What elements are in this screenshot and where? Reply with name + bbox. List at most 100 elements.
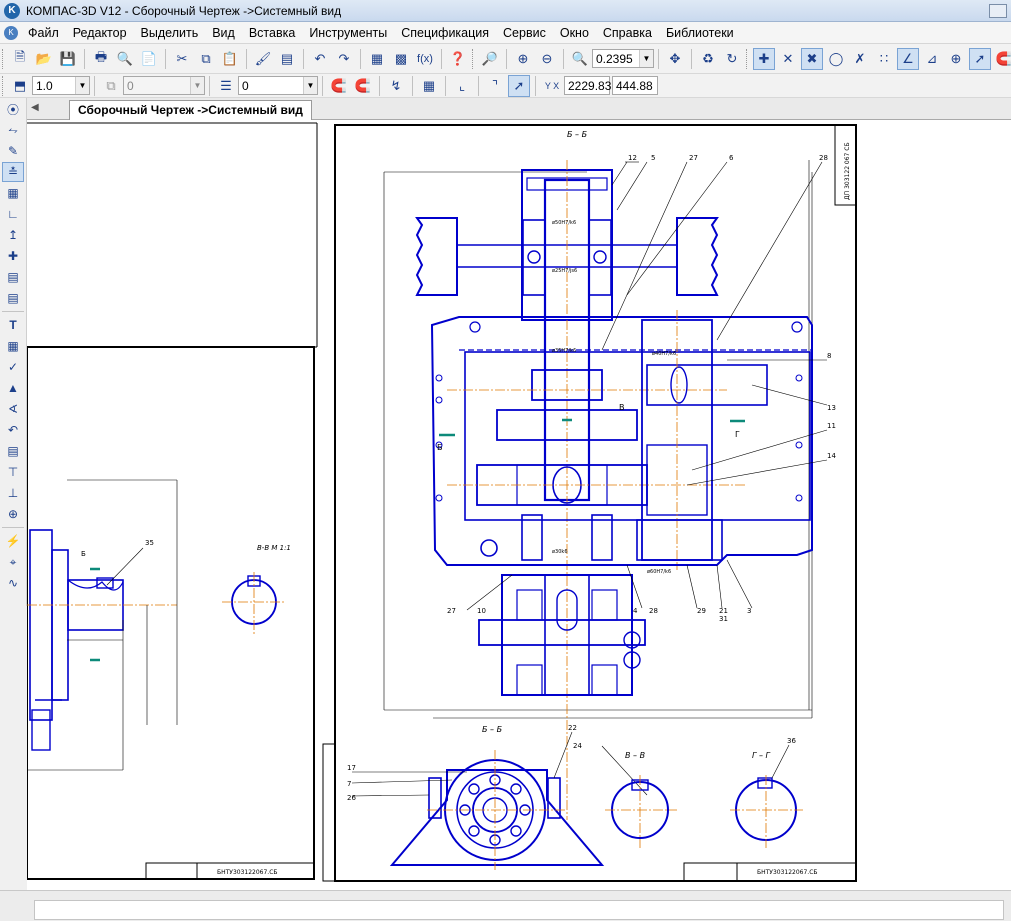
- toolbar-grip[interactable]: [2, 75, 5, 96]
- pan-icon[interactable]: ✥: [664, 48, 686, 70]
- context-help-icon[interactable]: ❓: [447, 48, 469, 70]
- menu-view[interactable]: Вид: [206, 22, 243, 44]
- text-icon[interactable]: T: [2, 315, 24, 335]
- refresh-view-icon[interactable]: ↻: [721, 48, 743, 70]
- style-combo[interactable]: 0 ▼: [238, 76, 318, 95]
- snap-magnet-local-icon[interactable]: 🧲: [328, 75, 350, 97]
- snap-grid-icon[interactable]: ∷: [873, 48, 895, 70]
- geometry-icon[interactable]: ⦿: [2, 99, 24, 119]
- menu-tools[interactable]: Инструменты: [303, 22, 395, 44]
- orthogonal-mode-icon[interactable]: ⌝: [484, 75, 506, 97]
- wave-icon[interactable]: ∿: [2, 573, 24, 593]
- window-control-button[interactable]: [989, 4, 1007, 18]
- cut-icon[interactable]: ✂: [171, 48, 193, 70]
- zoom-scale-combo[interactable]: 0.2395 ▼: [592, 49, 654, 68]
- redo-icon[interactable]: ↷: [333, 48, 355, 70]
- paste-icon[interactable]: 📋: [219, 48, 241, 70]
- menu-specification[interactable]: Спецификация: [395, 22, 497, 44]
- zoom-window-icon[interactable]: 🔎: [479, 48, 501, 70]
- menu-libraries[interactable]: Библиотеки: [660, 22, 742, 44]
- manager-icon[interactable]: ▦: [366, 48, 388, 70]
- properties-list-icon[interactable]: ▤: [276, 48, 298, 70]
- grid-icon[interactable]: ▦: [418, 75, 440, 97]
- snap-angle-icon[interactable]: ∠: [897, 47, 919, 70]
- coordinate-system-icon[interactable]: ⌞: [451, 75, 473, 97]
- snap-nearest-icon[interactable]: ✕: [777, 48, 799, 70]
- toolbar-grip[interactable]: [472, 48, 475, 69]
- chevron-down-icon[interactable]: ▼: [75, 77, 89, 94]
- snap-tangent-icon[interactable]: ◯: [825, 48, 847, 70]
- snap-along-icon[interactable]: ➚: [969, 47, 991, 70]
- symbols-icon[interactable]: ✎: [2, 141, 24, 161]
- open-folder-icon[interactable]: 📂: [33, 48, 55, 70]
- snap-midpoint-icon[interactable]: ⊿: [921, 48, 943, 70]
- associative-views-icon[interactable]: ✚: [2, 246, 24, 266]
- preview-document-icon[interactable]: 📄: [138, 48, 160, 70]
- menu-service[interactable]: Сервис: [497, 22, 554, 44]
- menu-help[interactable]: Справка: [597, 22, 660, 44]
- view-arrow-icon[interactable]: ⊤: [2, 462, 24, 482]
- line-scale-combo[interactable]: 1.0 ▼: [32, 76, 90, 95]
- snap-point-icon[interactable]: ✚: [753, 47, 775, 70]
- snap-magnet-icon[interactable]: 🧲: [993, 48, 1011, 70]
- callout-14: 14: [827, 452, 836, 460]
- chevron-down-icon[interactable]: ▼: [639, 50, 653, 67]
- round-off-icon[interactable]: ➚: [508, 74, 530, 97]
- zoom-scale-icon[interactable]: 🔍: [569, 48, 591, 70]
- menu-select[interactable]: Выделить: [135, 22, 207, 44]
- drawing-canvas[interactable]: БНТУ303122067.СБ В-В М 1:1 35 Б ДП 30312…: [27, 120, 1011, 890]
- layer-state-icon[interactable]: ⧉: [100, 75, 122, 97]
- cursor-xy-icon[interactable]: Y X: [541, 75, 563, 97]
- parametrization-icon[interactable]: ▦: [2, 183, 24, 203]
- snap-center-icon[interactable]: ⊕: [945, 48, 967, 70]
- edit-icon[interactable]: ≛: [2, 162, 24, 182]
- tab-scroll-left-icon[interactable]: ◀: [31, 102, 39, 113]
- copy-icon[interactable]: ⧉: [195, 48, 217, 70]
- save-icon[interactable]: 💾: [57, 48, 79, 70]
- layer-combo[interactable]: 0 ▼: [123, 76, 205, 95]
- tolerance-icon[interactable]: ▤: [2, 441, 24, 461]
- measure-icon[interactable]: ∟: [2, 204, 24, 224]
- target-icon[interactable]: ⌖: [2, 552, 24, 572]
- specification-icon[interactable]: ▤: [2, 267, 24, 287]
- menu-file[interactable]: Файл: [22, 22, 67, 44]
- snap-intersection-icon[interactable]: ✖: [801, 47, 823, 70]
- reports-icon[interactable]: ▤: [2, 288, 24, 308]
- table-icon[interactable]: ▦: [2, 336, 24, 356]
- chevron-down-icon[interactable]: ▼: [190, 77, 204, 94]
- snap-magnet-global-icon[interactable]: 🧲: [352, 75, 374, 97]
- toolbar-grip[interactable]: [746, 48, 749, 69]
- cursor-y-field[interactable]: 444.88: [612, 76, 658, 95]
- toolbar-grip[interactable]: [2, 48, 5, 69]
- local-cs-icon[interactable]: ⬒: [9, 75, 31, 97]
- undo-icon[interactable]: ↶: [309, 48, 331, 70]
- tab-assembly-drawing[interactable]: Сборочный Чертеж ->Системный вид: [69, 100, 312, 120]
- menu-insert[interactable]: Вставка: [243, 22, 303, 44]
- leader-icon[interactable]: ∢: [2, 399, 24, 419]
- document-system-menu-icon[interactable]: K: [4, 25, 18, 40]
- print-preview-icon[interactable]: 🔍: [114, 48, 136, 70]
- zoom-in-icon[interactable]: ⊕: [512, 48, 534, 70]
- position-icon[interactable]: ↶: [2, 420, 24, 440]
- menu-editor[interactable]: Редактор: [67, 22, 135, 44]
- select-icon[interactable]: ↥: [2, 225, 24, 245]
- roughness-icon[interactable]: ✓: [2, 357, 24, 377]
- function-fx-icon[interactable]: f(x): [414, 48, 436, 70]
- ortho-icon[interactable]: ↯: [385, 75, 407, 97]
- cursor-x-field[interactable]: 2229.83: [564, 76, 611, 95]
- rebuild-icon[interactable]: ♻: [697, 48, 719, 70]
- library-manager-icon[interactable]: ▩: [390, 48, 412, 70]
- format-painter-icon[interactable]: 🖌: [252, 48, 274, 70]
- print-icon[interactable]: 🖶: [90, 48, 112, 70]
- new-document-icon[interactable]: 🗎: [9, 48, 31, 70]
- lightning-icon[interactable]: ⚡: [2, 531, 24, 551]
- snap-normal-icon[interactable]: ✗: [849, 48, 871, 70]
- zoom-out-icon[interactable]: ⊖: [536, 48, 558, 70]
- base-icon[interactable]: ▲: [2, 378, 24, 398]
- cut-line-icon[interactable]: ⊥: [2, 483, 24, 503]
- chevron-down-icon[interactable]: ▼: [303, 77, 317, 94]
- menu-window[interactable]: Окно: [554, 22, 597, 44]
- layers-icon[interactable]: ☰: [215, 75, 237, 97]
- marking-icon[interactable]: ⊕: [2, 504, 24, 524]
- dimensions-icon[interactable]: ⥊: [2, 120, 24, 140]
